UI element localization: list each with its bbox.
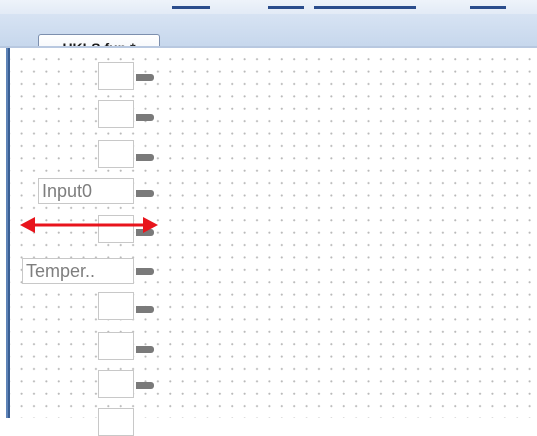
input-slot-9[interactable]: [98, 370, 134, 398]
output-pin[interactable]: [136, 74, 154, 81]
output-pin[interactable]: [136, 190, 154, 197]
document-tab-bar: HKLS.fup *: [0, 14, 537, 61]
toolbar-separator: [268, 6, 304, 9]
input-slot-7[interactable]: [98, 292, 134, 320]
output-pin[interactable]: [136, 154, 154, 161]
toolbar-separator: [470, 6, 506, 9]
input-slot-10[interactable]: [98, 408, 134, 436]
output-pin[interactable]: [136, 268, 154, 275]
input-label-input0[interactable]: Input0: [38, 178, 134, 204]
output-pin[interactable]: [136, 382, 154, 389]
input-slot-3[interactable]: [98, 140, 134, 168]
output-pin[interactable]: [136, 114, 154, 121]
output-pin[interactable]: [136, 346, 154, 353]
toolbar-separator: [314, 6, 416, 9]
resize-arrow-icon: [20, 217, 158, 233]
input-slot-1[interactable]: [98, 62, 134, 90]
canvas-left-border-shade: [8, 48, 10, 418]
input-label-temper[interactable]: Temper..: [22, 258, 134, 284]
toolbar-separator: [172, 6, 210, 9]
input-slot-2[interactable]: [98, 100, 134, 128]
output-pin[interactable]: [136, 306, 154, 313]
input-slot-8[interactable]: [98, 332, 134, 360]
